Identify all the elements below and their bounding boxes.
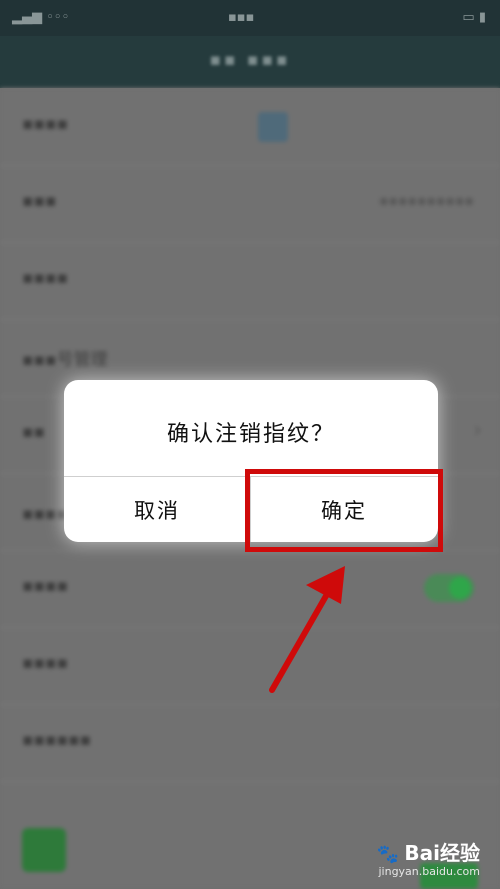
watermark-url: jingyan.baidu.com	[378, 865, 480, 878]
watermark: 🐾 Bai经验 jingyan.baidu.com	[376, 837, 480, 878]
paw-logo-icon: 🐾	[376, 844, 400, 865]
watermark-brand: Bai经验	[404, 841, 480, 865]
arrow-annotation-icon	[269, 566, 345, 693]
